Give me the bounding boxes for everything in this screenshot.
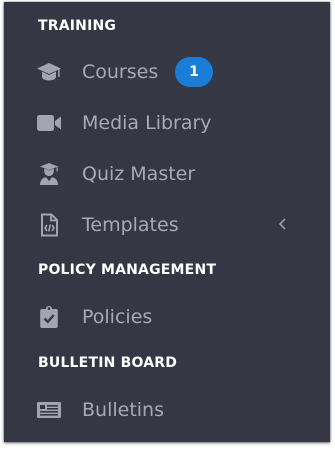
notification-badge: 1 xyxy=(175,57,213,87)
sidebar-item-quiz-master[interactable]: Quiz Master xyxy=(4,154,330,194)
sidebar-item-label: Policies xyxy=(82,306,153,328)
sidebar-item-label: Templates xyxy=(82,214,179,236)
sidebar-item-label: Quiz Master xyxy=(82,163,196,185)
section-header-policy-management: POLICY MANAGEMENT xyxy=(38,262,217,278)
section-header-training: TRAINING xyxy=(38,18,117,34)
video-camera-icon xyxy=(36,111,62,135)
section-header-bulletin-board: BULLETIN BOARD xyxy=(38,355,178,371)
user-graduate-icon xyxy=(36,162,62,186)
newspaper-icon xyxy=(36,398,62,422)
sidebar-item-media-library[interactable]: Media Library xyxy=(4,103,330,143)
sidebar-item-templates[interactable]: Templates xyxy=(4,205,330,245)
sidebar-item-label: Courses xyxy=(82,61,159,83)
sidebar-item-courses[interactable]: Courses 1 xyxy=(4,52,330,92)
sidebar-item-policies[interactable]: Policies xyxy=(4,297,330,337)
code-file-icon xyxy=(36,213,62,237)
sidebar-nav: TRAINING Courses 1 Media Library Quiz Ma… xyxy=(4,2,330,442)
sidebar-item-bulletins[interactable]: Bulletins xyxy=(4,390,330,430)
sidebar-item-label: Bulletins xyxy=(82,399,164,421)
chevron-left-icon[interactable] xyxy=(276,215,288,233)
graduation-cap-icon xyxy=(36,60,62,84)
sidebar-item-label: Media Library xyxy=(82,112,212,134)
clipboard-check-icon xyxy=(36,305,62,329)
